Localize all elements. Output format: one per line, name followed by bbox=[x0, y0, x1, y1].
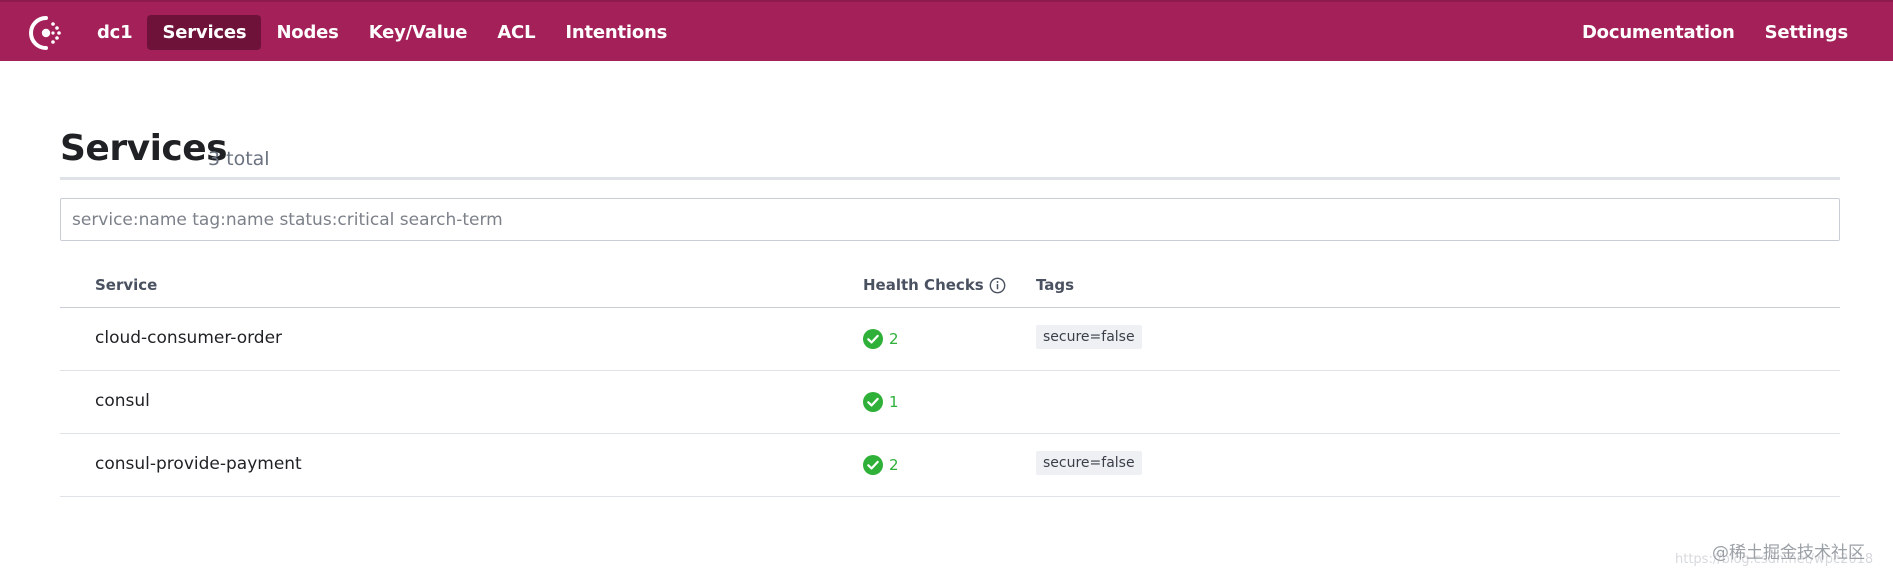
check-circle-icon bbox=[863, 455, 883, 475]
nav-documentation[interactable]: Documentation bbox=[1567, 15, 1750, 50]
nav-key-value[interactable]: Key/Value bbox=[354, 15, 483, 50]
column-header-tags: Tags bbox=[1036, 276, 1075, 294]
datacenter-selector[interactable]: dc1 bbox=[82, 15, 147, 50]
service-count: 3 total bbox=[208, 148, 270, 170]
page-header: Services 3 total bbox=[60, 128, 1840, 180]
top-navigation-bar: dc1 Services Nodes Key/Value ACL Intenti… bbox=[0, 0, 1893, 61]
health-status: 1 bbox=[863, 392, 899, 412]
table-row[interactable]: consul 1 bbox=[60, 371, 1840, 434]
check-circle-icon bbox=[863, 329, 883, 349]
watermark-label: @稀土掘金技术社区 bbox=[1712, 543, 1865, 563]
primary-nav: dc1 Services Nodes Key/Value ACL Intenti… bbox=[82, 2, 682, 63]
health-passing-count: 2 bbox=[889, 456, 899, 474]
column-header-health-label: Health Checks bbox=[863, 276, 984, 294]
service-name[interactable]: consul bbox=[95, 391, 150, 411]
health-status: 2 bbox=[863, 329, 899, 349]
secondary-nav: Documentation Settings bbox=[1567, 2, 1863, 63]
nav-settings[interactable]: Settings bbox=[1750, 15, 1863, 50]
nav-services[interactable]: Services bbox=[147, 15, 262, 50]
info-icon[interactable] bbox=[989, 277, 1006, 294]
table-row[interactable]: cloud-consumer-order 2 secure=false bbox=[60, 308, 1840, 371]
column-header-service: Service bbox=[95, 276, 158, 294]
tag-badge: secure=false bbox=[1036, 325, 1142, 349]
page-title: Services bbox=[60, 128, 228, 169]
check-circle-icon bbox=[863, 392, 883, 412]
nav-nodes[interactable]: Nodes bbox=[261, 15, 353, 50]
table-header: Service Health Checks Tags bbox=[60, 272, 1840, 308]
health-passing-count: 1 bbox=[889, 393, 899, 411]
health-status: 2 bbox=[863, 455, 899, 475]
nav-intentions[interactable]: Intentions bbox=[550, 15, 682, 50]
health-passing-count: 2 bbox=[889, 330, 899, 348]
services-table: Service Health Checks Tags cloud-consume… bbox=[60, 272, 1840, 497]
search-input[interactable] bbox=[60, 198, 1840, 241]
consul-logo-icon[interactable] bbox=[28, 15, 64, 51]
service-name[interactable]: cloud-consumer-order bbox=[95, 328, 282, 348]
service-name[interactable]: consul-provide-payment bbox=[95, 454, 302, 474]
tag-badge: secure=false bbox=[1036, 451, 1142, 475]
table-row[interactable]: consul-provide-payment 2 secure=false bbox=[60, 434, 1840, 497]
nav-acl[interactable]: ACL bbox=[482, 15, 550, 50]
column-header-health-checks: Health Checks bbox=[863, 276, 1006, 294]
